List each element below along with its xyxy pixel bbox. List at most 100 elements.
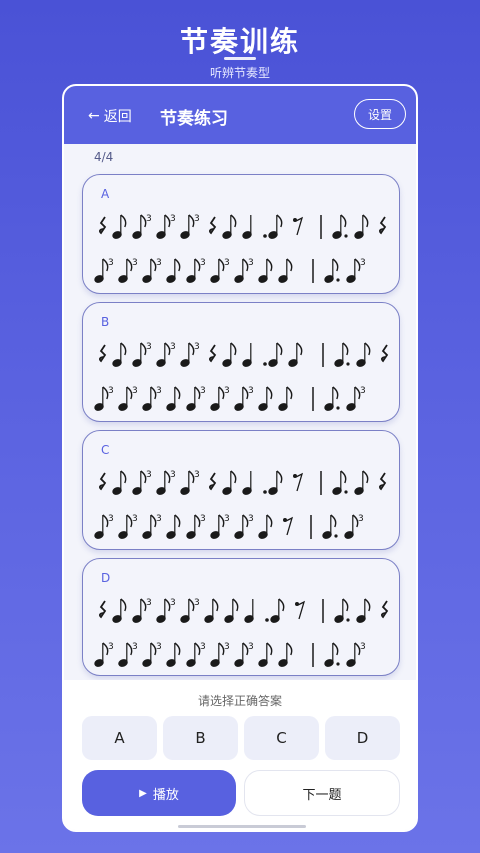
svg-text:3: 3 <box>108 514 114 524</box>
answer-button-d[interactable]: D <box>325 716 400 760</box>
svg-text:3: 3 <box>224 258 230 268</box>
page-title: 节奏练习 <box>160 109 228 129</box>
option-card-c[interactable]: C 3 3 3 3 3 3 3 3 3 3 <box>82 430 400 550</box>
svg-text:3: 3 <box>360 258 366 268</box>
note-e3: 3 <box>186 258 206 283</box>
svg-text:3: 3 <box>146 470 152 480</box>
action-row: ▶ 播放 下一题 <box>82 770 400 816</box>
play-button[interactable]: ▶ 播放 <box>82 770 236 816</box>
note-e3: 3 <box>186 386 206 411</box>
note-e <box>224 598 239 623</box>
note-e3: 3 <box>118 258 138 283</box>
hero-subtitle: 听辨节奏型 <box>209 66 270 80</box>
note-e3: 3 <box>132 470 152 495</box>
note-e <box>222 470 237 495</box>
note-e <box>204 598 219 623</box>
note-e3: 3 <box>180 214 200 239</box>
settings-button[interactable]: 设置 <box>354 99 406 129</box>
note-r8 <box>283 516 294 536</box>
note-e3: 3 <box>118 514 138 539</box>
note-e <box>166 514 181 539</box>
answer-button-a[interactable]: A <box>82 716 157 760</box>
svg-text:3: 3 <box>194 598 200 608</box>
svg-text:3: 3 <box>170 214 176 224</box>
note-e3: 3 <box>180 342 200 367</box>
rhythm-row-2: 3 3 3 3 3 3 3 <box>94 642 366 667</box>
note-e3: 3 <box>132 342 152 367</box>
option-card-a[interactable]: A 3 3 3 3 3 3 3 3 3 3 <box>82 174 400 294</box>
note-e3: 3 <box>346 386 366 411</box>
svg-text:3: 3 <box>132 386 138 396</box>
svg-text:3: 3 <box>224 386 230 396</box>
note-e <box>222 342 237 367</box>
note-e3: 3 <box>234 514 254 539</box>
note-e <box>278 642 293 667</box>
note-e <box>278 258 293 283</box>
svg-text:3: 3 <box>156 258 162 268</box>
rhythm-row-1: 3 3 3 <box>98 342 389 367</box>
back-button[interactable]: ← 返回 <box>88 106 132 126</box>
note-e <box>354 470 369 495</box>
note-e3: 3 <box>346 642 366 667</box>
option-letter: D <box>101 571 111 585</box>
note-e3: 3 <box>118 386 138 411</box>
note-e3: 3 <box>210 642 230 667</box>
answer-button-c[interactable]: C <box>244 716 319 760</box>
answer-prompt: 请选择正确答案 <box>197 694 282 708</box>
answer-button-b[interactable]: B <box>163 716 238 760</box>
note-e3: 3 <box>156 598 176 623</box>
svg-text:3: 3 <box>200 258 206 268</box>
note-r <box>208 472 217 491</box>
rhythm-row-2: 3 3 3 3 3 3 3 <box>94 514 364 539</box>
note-e3: 3 <box>234 386 254 411</box>
question-progress: 4/4 <box>94 150 114 164</box>
note-e3: 3 <box>234 642 254 667</box>
options-list: A 333 3333333 B 333 3333333 C 333 333333… <box>82 174 400 684</box>
note-e3: 3 <box>132 598 152 623</box>
svg-text:3: 3 <box>146 342 152 352</box>
note-r8 <box>293 472 304 492</box>
note-e3: 3 <box>142 386 162 411</box>
note-e3: 3 <box>94 642 114 667</box>
rhythm-row-1: 3 3 3 <box>98 598 389 623</box>
note-e <box>268 214 283 239</box>
rhythm-row-2: 3 3 3 3 3 3 3 <box>94 386 366 411</box>
option-card-d[interactable]: D 3 3 3 3 3 3 3 3 3 3 <box>82 558 400 676</box>
next-question-button[interactable]: 下一题 <box>244 770 400 816</box>
note-e <box>268 470 283 495</box>
note-r <box>380 344 389 363</box>
note-ed <box>334 342 350 367</box>
svg-text:3: 3 <box>132 642 138 652</box>
note-dot <box>263 490 267 494</box>
note-r <box>208 344 217 363</box>
note-r <box>98 472 107 491</box>
play-label: 播放 <box>152 787 179 803</box>
svg-text:3: 3 <box>170 598 176 608</box>
svg-text:3: 3 <box>108 642 114 652</box>
note-e3: 3 <box>142 258 162 283</box>
back-label: 返回 <box>103 109 132 125</box>
note-r <box>380 600 389 619</box>
rhythm-row-1: 3 3 3 <box>98 214 387 239</box>
note-e <box>258 514 273 539</box>
svg-text:3: 3 <box>248 514 254 524</box>
note-e3: 3 <box>210 514 230 539</box>
note-e <box>112 598 127 623</box>
note-e3: 3 <box>156 214 176 239</box>
note-r <box>98 216 107 235</box>
note-ed <box>332 470 348 495</box>
option-card-b[interactable]: B 3 3 3 3 3 3 3 3 3 3 <box>82 302 400 422</box>
note-r <box>378 216 387 235</box>
svg-text:3: 3 <box>194 470 200 480</box>
note-e3: 3 <box>94 258 114 283</box>
note-e3: 3 <box>142 642 162 667</box>
hero-title: 节奏训练 <box>179 25 300 58</box>
note-r8 <box>295 600 306 620</box>
svg-text:3: 3 <box>170 342 176 352</box>
svg-text:3: 3 <box>156 642 162 652</box>
svg-text:3: 3 <box>170 470 176 480</box>
note-r <box>208 216 217 235</box>
note-r <box>378 472 387 491</box>
svg-text:3: 3 <box>146 214 152 224</box>
svg-text:3: 3 <box>360 642 366 652</box>
